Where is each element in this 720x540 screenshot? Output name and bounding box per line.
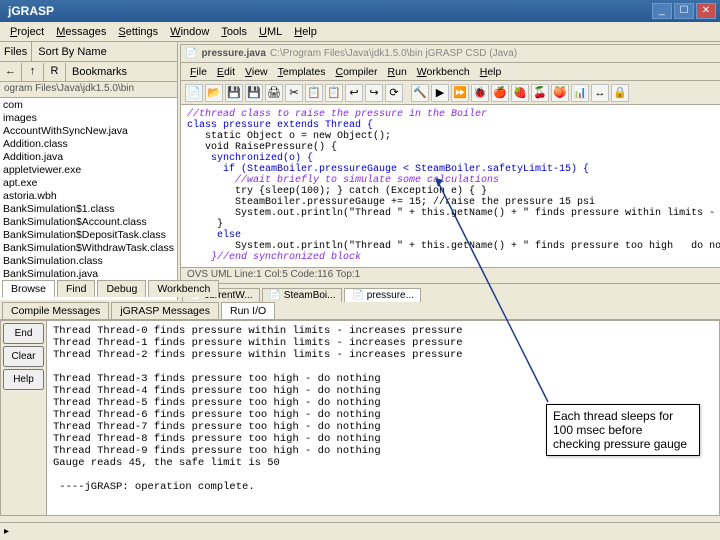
toolbar-button-20[interactable]: 📊 [571,84,589,102]
code-line: static Object o = new Object(); [187,131,720,142]
toolbar-button-12[interactable]: 🔨 [411,84,429,102]
file-item[interactable]: AccountWithSyncNew.java [3,125,174,138]
code-line: class pressure extends Thread { [187,120,720,131]
menu-project[interactable]: Project [4,24,50,40]
toolbar-button-3[interactable]: 💾 [245,84,263,102]
nav-back-button[interactable]: ← [0,63,22,81]
menu-window[interactable]: Window [164,24,215,40]
app-title: jGRASP [4,4,54,18]
toolbar-button-16[interactable]: 🍎 [491,84,509,102]
editor-menu-view[interactable]: View [240,65,273,79]
window-controls: _ ☐ ✕ [652,3,716,19]
editor-menu-run[interactable]: Run [383,65,412,79]
toolbar-button-14[interactable]: ⏩ [451,84,469,102]
nav-row: ← ↑ R Bookmarks [0,62,177,82]
sort-bar: Files Sort By Name [0,42,177,62]
output-end-button[interactable]: End [3,323,44,344]
code-line: synchronized(o) { [187,153,720,164]
editor-title-row: 📄 pressure.java C:\Program Files\Java\jd… [181,45,720,63]
toolbar-button-8[interactable]: ↩ [345,84,363,102]
code-line: //wait briefly to simulate some calculat… [187,175,720,186]
file-item[interactable]: BankSimulation$DepositTask.class [3,229,174,242]
code-line: //thread class to raise the pressure in … [187,109,720,120]
sort-button[interactable]: Sort By Name [32,46,177,58]
toolbar-button-2[interactable]: 💾 [225,84,243,102]
toolbar-button-21[interactable]: ↔ [591,84,609,102]
editor-file-path: C:\Program Files\Java\jdk1.5.0\bin jGRAS… [270,48,517,59]
toolbar-button-19[interactable]: 🍑 [551,84,569,102]
output-tab[interactable]: Compile Messages [2,302,109,319]
menu-uml[interactable]: UML [253,24,288,40]
menu-settings[interactable]: Settings [112,24,164,40]
maximize-button[interactable]: ☐ [674,3,694,19]
file-item[interactable]: appletviewer.exe [3,164,174,177]
toolbar-button-4[interactable]: 🖨 [265,84,283,102]
browse-tab-browse[interactable]: Browse [2,280,55,297]
editor-toolbar: 📄📂💾💾🖨✂📋📋↩↪⟳🔨▶⏩🐞🍎🍓🍒🍑📊↔🔒 [181,81,720,105]
path-display: ogram Files\Java\jdk1.5.0\bin [0,82,177,98]
toolbar-button-5[interactable]: ✂ [285,84,303,102]
output-tab[interactable]: jGRASP Messages [111,302,219,319]
browse-tab-debug[interactable]: Debug [97,280,146,297]
file-item[interactable]: BankSimulation$Account.class [3,216,174,229]
file-item[interactable]: Addition.java [3,151,174,164]
output-tab[interactable]: Run I/O [221,302,275,319]
toolbar-button-7[interactable]: 📋 [325,84,343,102]
toolbar-button-13[interactable]: ▶ [431,84,449,102]
output-side-buttons: EndClearHelp [1,321,47,515]
bookmarks-label[interactable]: Bookmarks [66,66,127,78]
main-menubar: ProjectMessagesSettingsWindowToolsUMLHel… [0,22,720,42]
toolbar-button-6[interactable]: 📋 [305,84,323,102]
editor-menu-file[interactable]: File [185,65,212,79]
menu-messages[interactable]: Messages [50,24,112,40]
file-browser-pane: Files Sort By Name ← ↑ R Bookmarks ogram… [0,42,178,300]
file-item[interactable]: apt.exe [3,177,174,190]
toolbar-button-22[interactable]: 🔒 [611,84,629,102]
toolbar-button-17[interactable]: 🍓 [511,84,529,102]
annotation-arrow [438,192,439,193]
file-item[interactable]: Addition.class [3,138,174,151]
file-item[interactable]: images [3,112,174,125]
nav-up-button[interactable]: ↑ [22,63,44,81]
toolbar-button-18[interactable]: 🍒 [531,84,549,102]
nav-refresh-button[interactable]: R [44,63,66,81]
file-tab-icon: 📄 [185,48,197,59]
minimize-button[interactable]: _ [652,3,672,19]
output-help-button[interactable]: Help [3,369,44,390]
editor-menu-compiler[interactable]: Compiler [330,65,382,79]
file-item[interactable]: BankSimulation$WithdrawTask.class [3,242,174,255]
file-item[interactable]: astoria.wbh [3,190,174,203]
file-item[interactable]: BankSimulation$1.class [3,203,174,216]
editor-menu-templates[interactable]: Templates [273,65,331,79]
browse-tab-workbench[interactable]: Workbench [148,280,219,297]
toolbar-button-1[interactable]: 📂 [205,84,223,102]
code-line: if (SteamBoiler.pressureGauge < SteamBoi… [187,164,720,175]
browse-tabrow: BrowseFindDebugWorkbench [0,280,219,297]
file-list: comimagesAccountWithSyncNew.javaAddition… [0,98,177,300]
browse-tab-find[interactable]: Find [57,280,95,297]
toolbar-button-9[interactable]: ↪ [365,84,383,102]
file-item[interactable]: com [3,99,174,112]
code-line: void RaisePressure() { [187,142,720,153]
window-titlebar: jGRASP _ ☐ ✕ [0,0,720,22]
file-item[interactable]: BankSimulation.class [3,255,174,268]
editor-menu-edit[interactable]: Edit [212,65,240,79]
menu-help[interactable]: Help [288,24,323,40]
output-clear-button[interactable]: Clear [3,346,44,367]
app-statusbar: ▸ [0,522,720,540]
editor-menu-help[interactable]: Help [475,65,507,79]
editor-file-name: pressure.java [201,48,266,59]
toolbar-button-0[interactable]: 📄 [185,84,203,102]
files-label: Files [0,46,31,58]
toolbar-button-15[interactable]: 🐞 [471,84,489,102]
editor-menu-workbench[interactable]: Workbench [412,65,475,79]
editor-menubar: FileEditViewTemplatesCompilerRunWorkbenc… [181,63,720,81]
close-button[interactable]: ✕ [696,3,716,19]
menu-tools[interactable]: Tools [215,24,253,40]
toolbar-button-10[interactable]: ⟳ [385,84,403,102]
annotation-callout: Each thread sleeps for 100 msec before c… [546,404,700,456]
